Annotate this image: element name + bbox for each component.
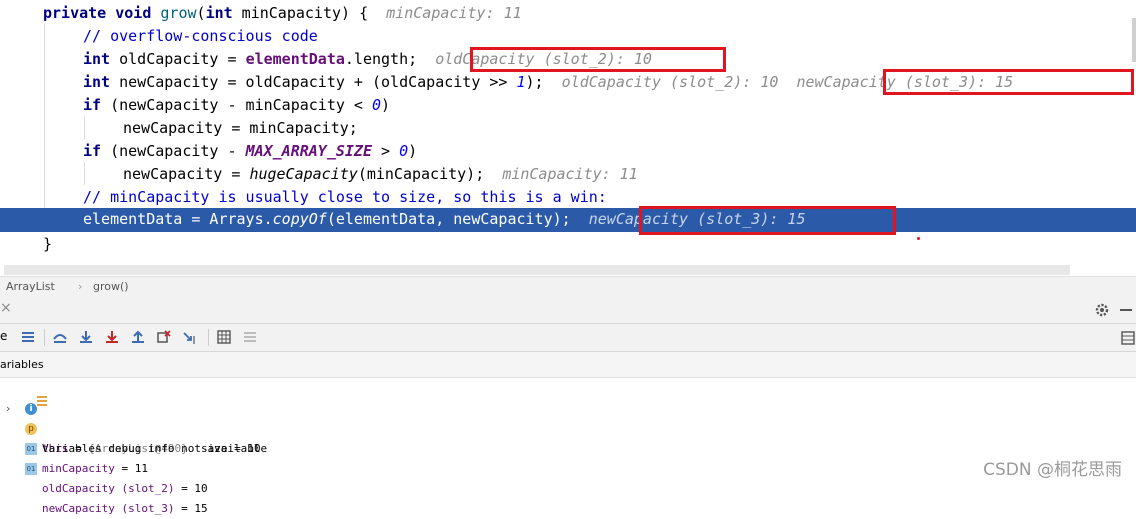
run-to-cursor-icon[interactable]: [182, 329, 198, 345]
evaluate-icon[interactable]: [216, 329, 232, 345]
code-line-9: // minCapacity is usually close to size,…: [83, 188, 607, 206]
variables-title: ariables: [0, 358, 44, 371]
step-out-icon[interactable]: [130, 329, 146, 345]
local-icon: 01: [25, 463, 37, 475]
variables-header: ariables: [0, 352, 1136, 378]
horizontal-scrollbar[interactable]: [4, 265, 1070, 275]
field-icon: [25, 383, 48, 406]
code-line-2: // overflow-conscious code: [83, 27, 318, 45]
minimize-icon[interactable]: [1120, 309, 1132, 311]
local-icon: 01: [25, 443, 37, 455]
frames-tab-label[interactable]: e: [0, 329, 7, 343]
param-icon: p: [25, 423, 37, 435]
variable-row-oldCapacity[interactable]: 01 oldCapacity (slot_2) = 10: [0, 439, 1136, 495]
indent-guide: [84, 162, 85, 185]
trace-icon[interactable]: [242, 329, 258, 345]
execution-point-line: elementData = Arrays.copyOf(elementData,…: [0, 208, 1136, 232]
code-line-4: int newCapacity = oldCapacity + (oldCapa…: [83, 73, 1014, 91]
indent-guide: [84, 116, 85, 139]
threads-icon[interactable]: [20, 329, 36, 345]
variable-row-info: i Variables debug info not available: [0, 399, 1136, 455]
variable-row-this[interactable]: › this = {ArrayList@490} size = 10: [0, 379, 1136, 455]
code-line-1: private void grow(int minCapacity) { min…: [43, 4, 522, 22]
indent-guide: [44, 24, 45, 232]
code-line-11: }: [43, 235, 53, 253]
step-into-icon[interactable]: [104, 329, 120, 345]
show-execution-point-icon[interactable]: [52, 329, 68, 345]
annotation-box: [639, 206, 896, 235]
layout-icon[interactable]: [1120, 330, 1136, 346]
vertical-scrollbar[interactable]: [1132, 18, 1136, 62]
red-dot: [917, 237, 920, 240]
drop-frame-icon[interactable]: [156, 329, 172, 345]
toolbar-separator: [44, 329, 45, 346]
breadcrumb-method[interactable]: grow(): [93, 277, 129, 297]
step-over-icon[interactable]: [78, 329, 94, 345]
code-line-7: if (newCapacity - MAX_ARRAY_SIZE > 0): [83, 142, 418, 160]
breadcrumb-separator: ›: [78, 280, 83, 293]
debug-panel-header: ×: [0, 297, 1136, 324]
annotation-box: [883, 69, 1134, 95]
inline-value-hint: minCapacity: 11: [386, 4, 522, 22]
inline-value-hint: minCapacity: 11: [502, 165, 638, 183]
watermark: CSDN @桐花思雨: [983, 460, 1122, 480]
breadcrumb: ArrayList › grow(): [0, 276, 1136, 298]
variable-row-newCapacity[interactable]: 01 newCapacity (slot_3) = 15: [0, 459, 1136, 515]
code-line-8: newCapacity = hugeCapacity(minCapacity);…: [123, 165, 638, 183]
debugger-toolbar: e: [0, 324, 1136, 352]
code-editor[interactable]: private void grow(int minCapacity) { min…: [0, 0, 1136, 262]
close-tab-icon[interactable]: ×: [0, 300, 12, 316]
gear-icon[interactable]: [1094, 302, 1110, 318]
code-line-6: newCapacity = minCapacity;: [123, 119, 358, 137]
code-line-5: if (newCapacity - minCapacity < 0): [83, 96, 391, 114]
breadcrumb-class[interactable]: ArrayList: [6, 277, 55, 297]
toolbar-separator: [208, 329, 209, 346]
inline-value-hint: oldCapacity (slot_2): 10: [561, 73, 779, 91]
variable-row-minCapacity[interactable]: p minCapacity = 11: [0, 419, 1136, 475]
info-icon: i: [25, 403, 37, 415]
annotation-box: [470, 47, 726, 72]
